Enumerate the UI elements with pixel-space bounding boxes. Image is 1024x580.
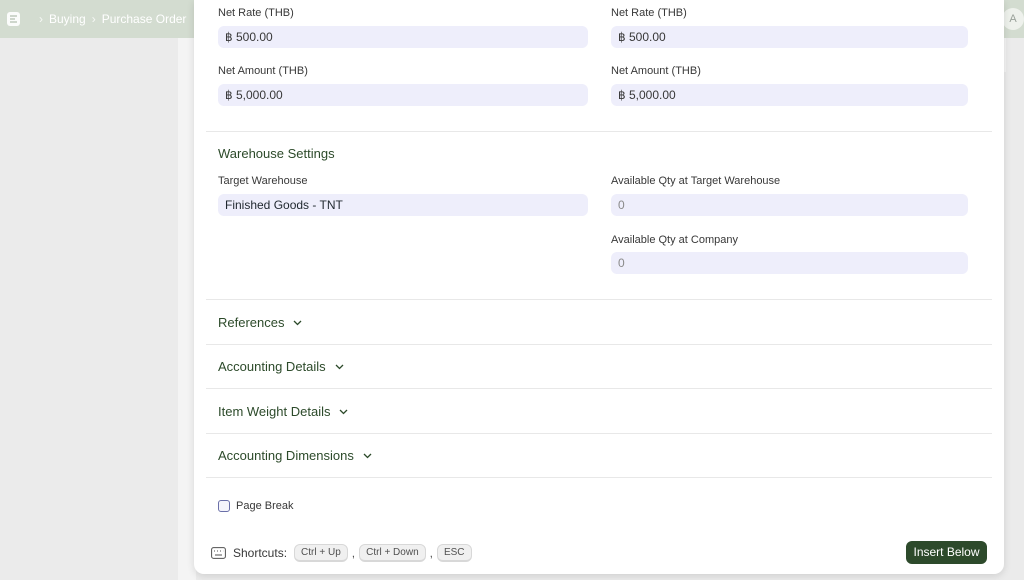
- net-amount-label: Net Amount (THB): [218, 65, 308, 77]
- net-rate-company-label: Net Rate (THB): [611, 7, 687, 19]
- target-warehouse-field[interactable]: Finished Goods - TNT: [218, 194, 588, 216]
- chevron-down-icon: [294, 320, 302, 325]
- section-references-label: References: [218, 314, 285, 330]
- shortcut-ctrl-down: Ctrl + Down: [359, 544, 426, 562]
- available-qty-company-label: Available Qty at Company: [611, 234, 738, 246]
- section-accounting-details-label: Accounting Details: [218, 358, 326, 374]
- breadcrumb-buying[interactable]: Buying: [49, 12, 86, 26]
- chevron-down-icon: [363, 453, 372, 458]
- section-references[interactable]: References: [218, 312, 303, 332]
- warehouse-settings-title: Warehouse Settings: [218, 146, 335, 161]
- section-item-weight-details-label: Item Weight Details: [218, 403, 331, 419]
- page-break-label: Page Break: [236, 500, 294, 512]
- avatar[interactable]: A: [1002, 8, 1024, 30]
- item-edit-dialog: Net Rate (THB) ฿ 500.00 Net Rate (THB) ฿…: [194, 0, 1004, 574]
- section-divider: [206, 388, 992, 389]
- section-accounting-details[interactable]: Accounting Details: [218, 356, 345, 376]
- chevron-down-icon: [335, 364, 344, 369]
- breadcrumb-separator: ›: [91, 12, 96, 26]
- app-logo-icon[interactable]: [6, 11, 21, 27]
- available-qty-company-field: 0: [611, 252, 968, 274]
- shortcut-esc: ESC: [436, 544, 472, 562]
- net-rate-label: Net Rate (THB): [218, 7, 294, 19]
- keyboard-icon: [211, 547, 226, 559]
- section-accounting-dimensions[interactable]: Accounting Dimensions: [218, 445, 373, 465]
- section-accounting-dimensions-label: Accounting Dimensions: [218, 447, 354, 463]
- breadcrumb-purchase-order[interactable]: Purchase Order: [102, 12, 187, 26]
- insert-below-button[interactable]: Insert Below: [906, 541, 987, 564]
- net-amount-company-label: Net Amount (THB): [611, 65, 701, 77]
- net-rate-field[interactable]: ฿ 500.00: [218, 26, 588, 48]
- available-qty-target-field: 0: [611, 194, 968, 216]
- shortcuts-label: Shortcuts:: [233, 546, 288, 560]
- net-rate-company-field[interactable]: ฿ 500.00: [611, 26, 968, 48]
- section-divider: [206, 299, 992, 300]
- breadcrumb-separator: ›: [39, 12, 43, 26]
- section-divider: [206, 131, 992, 132]
- shortcut-separator: ,: [429, 546, 433, 560]
- available-qty-target-label: Available Qty at Target Warehouse: [611, 175, 781, 187]
- shortcut-ctrl-up: Ctrl + Up: [294, 544, 348, 562]
- net-amount-field[interactable]: ฿ 5,000.00: [218, 84, 588, 106]
- section-divider: [206, 433, 992, 434]
- shortcut-separator: ,: [351, 546, 356, 560]
- section-divider: [206, 344, 992, 345]
- chevron-down-icon: [340, 409, 348, 414]
- section-divider: [206, 477, 992, 478]
- page-break-checkbox[interactable]: [218, 500, 230, 512]
- net-amount-company-field[interactable]: ฿ 5,000.00: [611, 84, 968, 106]
- shortcuts-bar: Shortcuts: Ctrl + Up , Ctrl + Down , ESC: [211, 543, 472, 563]
- breadcrumb: › Buying › Purchase Order: [33, 11, 186, 27]
- target-warehouse-label: Target Warehouse: [218, 175, 308, 187]
- section-item-weight-details[interactable]: Item Weight Details: [218, 401, 349, 421]
